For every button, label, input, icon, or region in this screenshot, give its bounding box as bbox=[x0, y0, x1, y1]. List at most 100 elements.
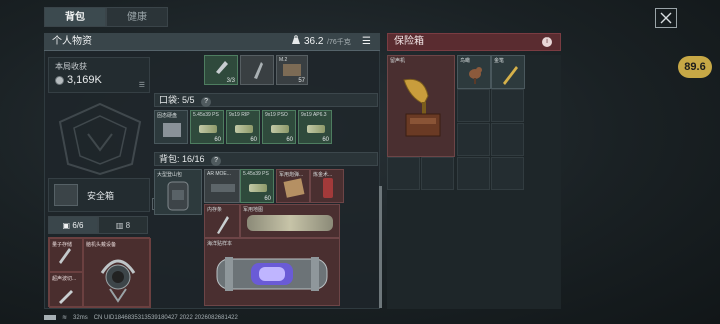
pocket-label: 口袋: 5/5 bbox=[159, 95, 195, 105]
backpack-slot[interactable]: 5.45x39 PS 60 bbox=[240, 169, 274, 203]
item-count: 60 bbox=[264, 196, 271, 202]
safe-item-slot[interactable]: 金笔 bbox=[491, 55, 525, 89]
item-count: 60 bbox=[250, 137, 257, 143]
bird-statue-icon bbox=[469, 67, 482, 84]
item-name: 5.45x39 PS bbox=[193, 112, 219, 118]
help-icon[interactable]: ? bbox=[211, 156, 222, 166]
backpack-slot[interactable]: AR MOE... bbox=[204, 169, 240, 203]
item-name: 军用地图 bbox=[243, 207, 264, 213]
backpack-slot[interactable]: 军用炮弹... bbox=[276, 169, 310, 203]
item-name: 固态硬盘 bbox=[157, 113, 178, 119]
grenade-icon bbox=[254, 62, 263, 79]
battery-icon bbox=[44, 315, 56, 320]
empty-slot[interactable] bbox=[421, 157, 454, 190]
info-icon[interactable]: i bbox=[542, 37, 552, 47]
coin-icon bbox=[55, 76, 64, 85]
device-slot[interactable]: 脑机头戴设备 bbox=[83, 238, 151, 308]
top-item-slot[interactable]: 3/3 bbox=[204, 55, 238, 85]
list-menu-icon[interactable]: ☰ bbox=[362, 33, 371, 51]
pocket-slot[interactable]: 9x19 PSO 60 bbox=[262, 110, 296, 144]
backpack-label: 背包: 16/16 bbox=[159, 154, 205, 164]
empty-slot[interactable] bbox=[457, 89, 490, 122]
ammo-icon bbox=[235, 125, 253, 133]
item-name: 炼金术... bbox=[313, 172, 333, 178]
item-count: 57 bbox=[298, 78, 305, 84]
backpack-slot[interactable]: 内存条 bbox=[204, 204, 240, 238]
headset-icon bbox=[100, 259, 136, 303]
safebox-icon bbox=[54, 184, 78, 206]
empty-slot[interactable] bbox=[491, 89, 524, 122]
top-item-slot[interactable]: M.2 57 bbox=[276, 55, 308, 85]
tab-storage[interactable]: ▥ 8 bbox=[98, 216, 148, 234]
personal-title: 个人物资 bbox=[52, 36, 92, 47]
item-name: M.2 bbox=[279, 57, 288, 63]
backpack-slot[interactable]: 大型登山包 bbox=[154, 169, 202, 215]
gold-pen-icon bbox=[503, 66, 518, 85]
backpack-slot[interactable]: 海洋贴样本 bbox=[204, 238, 340, 306]
status-bar: ≋ 32ms CN UID1846835313539180427 2022 20… bbox=[44, 314, 238, 321]
item-name: 留声机 bbox=[390, 58, 406, 64]
earnings-card: 本局收获 3,169K ☰ bbox=[48, 57, 150, 93]
close-button[interactable] bbox=[655, 8, 677, 28]
storage-count: 8 bbox=[125, 221, 131, 230]
device-label: 超声波切... bbox=[52, 276, 77, 282]
item-name: 9x19 AP6.3 bbox=[301, 112, 327, 118]
ping-value: 32ms bbox=[73, 314, 88, 321]
pocket-slot[interactable]: 5.45x39 PS 60 bbox=[190, 110, 224, 144]
pocket-slot[interactable]: 固态硬盘 bbox=[154, 110, 188, 144]
canister-icon bbox=[323, 178, 333, 198]
device-slot[interactable]: 超声波切... bbox=[49, 272, 83, 308]
item-count: 60 bbox=[286, 137, 293, 143]
backpack-icon bbox=[167, 181, 189, 211]
gramophone-icon bbox=[403, 78, 441, 137]
equipment-count: 6/6 bbox=[72, 221, 84, 230]
uid-text: CN UID1846835313539180427 2022 202608268… bbox=[93, 314, 238, 321]
earnings-label: 本局收获 bbox=[55, 62, 87, 71]
item-name: 内存条 bbox=[207, 207, 223, 213]
empty-slot[interactable] bbox=[387, 157, 420, 190]
ammo-icon bbox=[271, 125, 289, 133]
weight-value: 36.2 bbox=[304, 36, 324, 47]
item-name: 海洋贴样本 bbox=[207, 241, 233, 247]
item-name: 9x19 PSO bbox=[265, 112, 288, 118]
tab-backpack[interactable]: 背包 bbox=[44, 7, 106, 27]
tab-equipment[interactable]: ▣ 6/6 bbox=[48, 216, 98, 234]
earnings-value: 3,169K bbox=[67, 74, 102, 86]
backpack-slot[interactable]: 军用地图 bbox=[240, 204, 340, 238]
device-area: 量子存储 脑机头戴设备 超声波切... bbox=[48, 237, 151, 308]
earnings-menu-icon[interactable]: ☰ bbox=[139, 81, 145, 89]
safe-header: 保险箱 i bbox=[387, 33, 561, 51]
device-label: 脑机头戴设备 bbox=[86, 242, 117, 248]
item-count: 3/3 bbox=[226, 78, 235, 84]
safe-item-slot[interactable]: 留声机 bbox=[387, 55, 455, 157]
ammo-icon bbox=[199, 125, 217, 133]
knife-icon bbox=[59, 290, 73, 304]
empty-slot[interactable] bbox=[491, 157, 524, 190]
help-icon[interactable]: ? bbox=[201, 97, 212, 107]
item-name: AR MOE... bbox=[207, 171, 231, 177]
personal-header: 个人物资 36.2 /76千克 ☰ bbox=[44, 33, 380, 51]
item-name: 鸟瞰 bbox=[460, 58, 471, 64]
capacity-tabs: ▣ 6/6 ▥ 8 bbox=[48, 216, 148, 234]
empty-slot[interactable] bbox=[457, 157, 490, 190]
top-item-slot[interactable] bbox=[240, 55, 274, 85]
safe-item-slot[interactable]: 鸟瞰 bbox=[457, 55, 491, 89]
pocket-slot[interactable]: 9x19 AP6.3 60 bbox=[298, 110, 332, 144]
empty-slot[interactable] bbox=[457, 123, 490, 156]
top-tabs: 背包 健康 bbox=[44, 7, 168, 27]
injector-icon bbox=[216, 61, 228, 74]
item-name: 军用炮弹... bbox=[279, 172, 304, 178]
crate-icon bbox=[283, 64, 301, 76]
pocket-slot[interactable]: 9x19 RIP 60 bbox=[226, 110, 260, 144]
inventory-scrollbar[interactable] bbox=[379, 186, 382, 308]
item-name: 9x19 RIP bbox=[229, 112, 250, 118]
ammo-icon bbox=[249, 184, 267, 192]
safe-title: 保险箱 bbox=[394, 36, 424, 47]
safebox-slot[interactable]: 安全箱 bbox=[48, 178, 150, 212]
empty-slot[interactable] bbox=[491, 123, 524, 156]
briefcase-icon: ▣ bbox=[62, 221, 71, 230]
supply-box-icon bbox=[283, 178, 305, 198]
weight-icon bbox=[291, 33, 301, 51]
backpack-slot[interactable]: 炼金术... bbox=[310, 169, 344, 203]
tab-health[interactable]: 健康 bbox=[106, 7, 168, 27]
